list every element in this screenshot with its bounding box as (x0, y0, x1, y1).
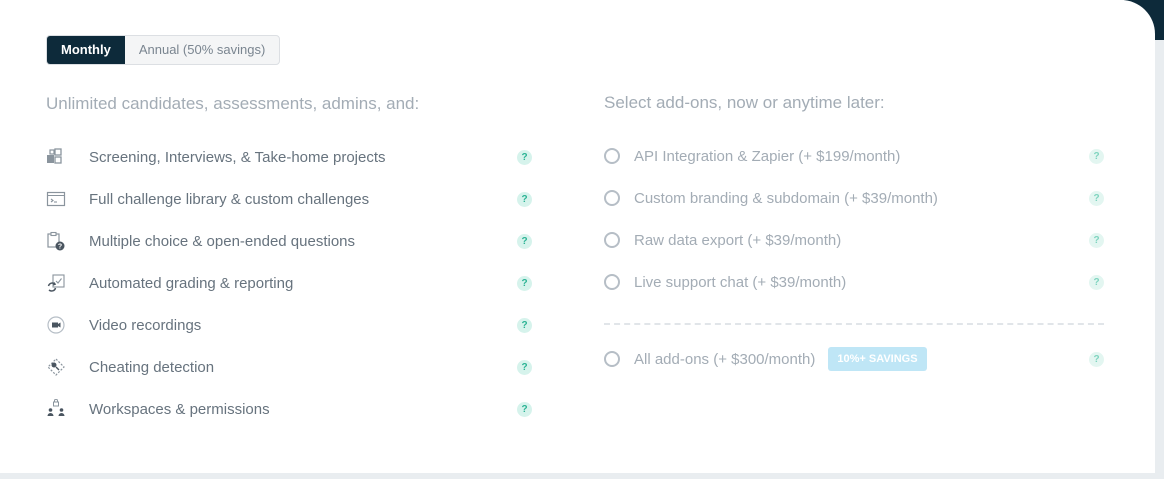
help-icon[interactable]: ? (517, 149, 532, 165)
help-icon[interactable]: ? (517, 401, 532, 417)
help-icon[interactable]: ? (1089, 351, 1104, 367)
feature-label: Automated grading & reporting (89, 274, 294, 292)
addon-bundle-option[interactable]: All add-ons (+ $300/month) 10%+ SAVINGS … (604, 346, 1104, 372)
addon-option[interactable]: API Integration & Zapier (+ $199/month) … (604, 143, 1104, 169)
addon-label: All add-ons (+ $300/month) (634, 350, 816, 368)
clipboard-question-icon: ? (46, 231, 66, 251)
addon-label: Live support chat (+ $39/month) (634, 273, 847, 291)
feature-label: Multiple choice & open-ended questions (89, 232, 356, 250)
features-heading: Unlimited candidates, assessments, admin… (46, 94, 420, 113)
addons-heading: Select add-ons, now or anytime later: (604, 93, 885, 112)
addon-option[interactable]: Custom branding & subdomain (+ $39/month… (604, 185, 1104, 211)
help-icon[interactable]: ? (517, 275, 532, 291)
video-camera-icon (46, 315, 66, 335)
addon-label: Custom branding & subdomain (+ $39/month… (634, 189, 938, 207)
svg-text:?: ? (58, 244, 62, 251)
toggle-monthly[interactable]: Monthly (47, 36, 125, 64)
feature-label: Full challenge library & custom challeng… (89, 190, 370, 208)
help-icon[interactable]: ? (517, 359, 532, 375)
feature-item: ? Multiple choice & open-ended questions… (46, 227, 532, 255)
addon-label: Raw data export (+ $39/month) (634, 231, 842, 249)
pricing-card: Monthly Annual (50% savings) Unlimited c… (0, 0, 1155, 473)
addon-radio[interactable] (604, 351, 620, 367)
feature-item: Screening, Interviews, & Take-home proje… (46, 143, 532, 171)
addon-option[interactable]: Live support chat (+ $39/month) ? (604, 269, 1104, 295)
help-icon[interactable]: ? (1089, 274, 1104, 290)
feature-item: Video recordings ? (46, 311, 532, 339)
feature-label: Screening, Interviews, & Take-home proje… (89, 148, 386, 166)
help-icon[interactable]: ? (517, 317, 532, 333)
help-icon[interactable]: ? (1089, 148, 1104, 164)
addon-radio[interactable] (604, 148, 620, 164)
addon-option[interactable]: Raw data export (+ $39/month) ? (604, 227, 1104, 253)
refresh-check-icon (46, 273, 66, 293)
detection-icon (46, 357, 66, 377)
toggle-annual[interactable]: Annual (50% savings) (125, 36, 279, 64)
feature-item: Workspaces & permissions ? (46, 395, 532, 423)
help-icon[interactable]: ? (517, 191, 532, 207)
addons-divider (604, 323, 1104, 325)
feature-label: Workspaces & permissions (89, 400, 270, 418)
addon-radio[interactable] (604, 232, 620, 248)
help-icon[interactable]: ? (517, 233, 532, 249)
feature-label: Cheating detection (89, 358, 215, 376)
feature-label: Video recordings (89, 316, 202, 334)
savings-badge: 10%+ SAVINGS (828, 347, 927, 371)
feature-item: Automated grading & reporting ? (46, 269, 532, 297)
addon-radio[interactable] (604, 274, 620, 290)
users-lock-icon (46, 399, 66, 419)
terminal-icon (46, 189, 66, 209)
blocks-icon (46, 147, 66, 167)
addon-radio[interactable] (604, 190, 620, 206)
feature-item: Cheating detection ? (46, 353, 532, 381)
feature-item: Full challenge library & custom challeng… (46, 185, 532, 213)
addon-label: API Integration & Zapier (+ $199/month) (634, 147, 901, 165)
help-icon[interactable]: ? (1089, 232, 1104, 248)
help-icon[interactable]: ? (1089, 190, 1104, 206)
billing-toggle: Monthly Annual (50% savings) (46, 35, 281, 65)
